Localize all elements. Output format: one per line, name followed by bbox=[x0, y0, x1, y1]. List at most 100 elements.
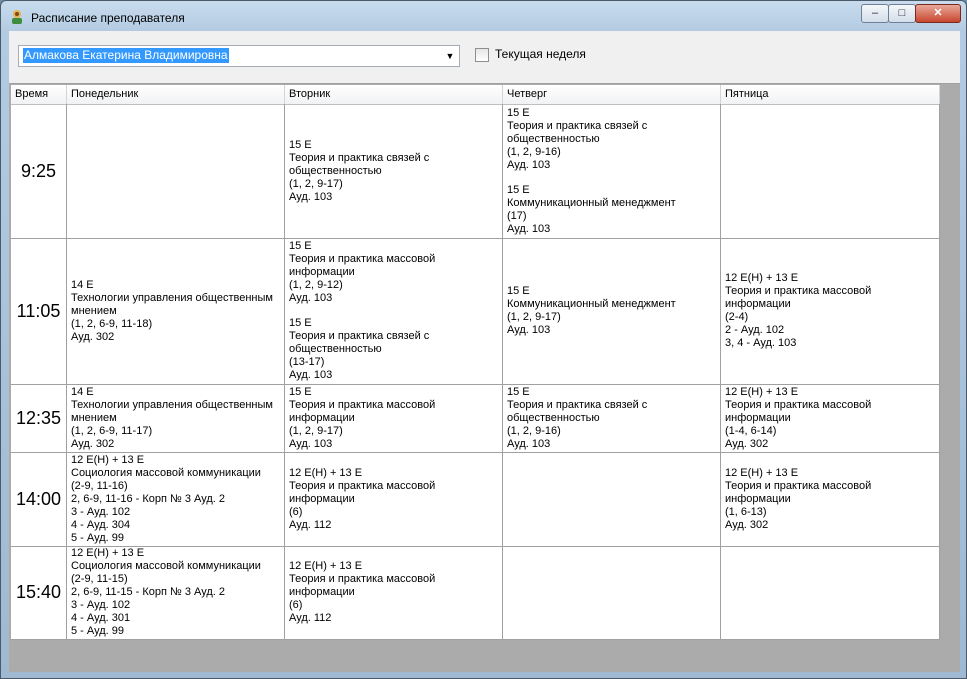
lesson-line: 12 Е(Н) + 13 Е bbox=[725, 272, 799, 284]
teacher-select[interactable]: Алмакова Екатерина Владимировна ▼ bbox=[18, 45, 460, 67]
lesson-line: (13-17) bbox=[289, 356, 325, 368]
lesson-line: Социология массовой коммуникации bbox=[71, 466, 261, 479]
column-header[interactable]: Четверг bbox=[503, 85, 721, 104]
lesson-line: 15 Е bbox=[289, 138, 312, 151]
lesson-entry: 14 Е Технологии управления общественным м… bbox=[71, 279, 280, 344]
lesson-line: Теория и практика массовой информации bbox=[289, 573, 436, 598]
lesson-entry: 12 Е(Н) + 13 Е Социология массовой коммун… bbox=[71, 454, 261, 545]
lesson-line: 12 Е(Н) + 13 Е bbox=[725, 466, 799, 479]
lesson-line: 15 Е bbox=[289, 317, 312, 329]
lesson-line: Теория и практика связей с общественност… bbox=[289, 330, 430, 355]
lesson-entry: 14 Е Технологии управления общественным м… bbox=[71, 386, 280, 451]
time-cell[interactable]: 12:35 bbox=[11, 384, 67, 452]
lesson-line: 15 Е bbox=[507, 285, 530, 297]
schedule-cell[interactable]: 15 Е Теория и практика связей с обществен… bbox=[503, 104, 721, 238]
cell-content: 15 Е Теория и практика связей с обществен… bbox=[507, 386, 716, 451]
column-header[interactable]: Вторник bbox=[285, 85, 503, 104]
lesson-line: Ауд. 302 bbox=[725, 518, 769, 531]
lesson-line: 2, 6-9, 11-16 - Корп № 3 Ауд. 2 bbox=[71, 492, 226, 505]
toolbar: Алмакова Екатерина Владимировна ▼ Текуща… bbox=[9, 31, 960, 84]
cell-content: 15 Е Теория и практика связей с обществен… bbox=[507, 107, 716, 236]
schedule-cell[interactable] bbox=[503, 546, 721, 639]
lesson-line: (1, 2, 9-12) bbox=[289, 279, 343, 291]
lesson-line: Теория и практика массовой информации bbox=[725, 479, 872, 505]
maximize-button[interactable]: □ bbox=[888, 4, 916, 23]
lesson-line: Ауд. 103 bbox=[507, 324, 551, 336]
schedule-cell[interactable]: 12 Е(Н) + 13 Е Теория и практика массовой… bbox=[721, 452, 940, 546]
schedule-cell[interactable]: 15 Е Коммуникационный менеджмент (1, 2, 9-… bbox=[503, 238, 721, 384]
app-icon bbox=[12, 10, 22, 24]
lesson-line: Теория и практика массовой информации bbox=[289, 479, 436, 505]
lesson-line: 2 - Ауд. 102 bbox=[725, 324, 785, 336]
cell-content: 12 Е(Н) + 13 Е Социология массовой коммун… bbox=[71, 547, 261, 638]
schedule-grid[interactable]: Время Понедельник Вторник Четверг Пятница 9:… bbox=[11, 85, 940, 640]
cell-content: 14 Е Технологии управления общественным м… bbox=[71, 386, 280, 451]
schedule-cell[interactable]: 14 Е Технологии управления общественным м… bbox=[67, 238, 285, 384]
lesson-line: Ауд. 112 bbox=[289, 612, 332, 624]
chevron-down-icon[interactable]: ▼ bbox=[444, 49, 456, 63]
lesson-line: (1, 2, 6-9, 11-18) bbox=[71, 317, 153, 330]
lesson-line: Ауд. 112 bbox=[289, 518, 332, 531]
schedule-cell[interactable]: 12 Е(Н) + 13 Е Теория и практика массовой… bbox=[285, 452, 503, 546]
lesson-line: 3 - Ауд. 102 bbox=[71, 505, 131, 518]
time-cell[interactable]: 14:00 bbox=[11, 452, 67, 546]
schedule-cell[interactable]: 12 Е(Н) + 13 Е Социология массовой коммун… bbox=[67, 546, 285, 639]
lesson-line: (17) bbox=[507, 209, 527, 222]
lesson-line: 3, 4 - Ауд. 103 bbox=[725, 337, 797, 349]
schedule-cell[interactable] bbox=[67, 104, 285, 238]
lesson-line: Ауд. 302 bbox=[71, 330, 115, 343]
schedule-cell[interactable]: 12 Е(Н) + 13 Е Теория и практика массовой… bbox=[721, 384, 940, 452]
time-cell[interactable]: 9:25 bbox=[11, 104, 67, 238]
time-cell[interactable]: 15:40 bbox=[11, 546, 67, 639]
lesson-line: Ауд. 103 bbox=[507, 158, 551, 171]
schedule-cell[interactable]: 14 Е Технологии управления общественным м… bbox=[67, 384, 285, 452]
schedule-cell[interactable] bbox=[721, 546, 940, 639]
cell-content: 15 Е Теория и практика массовой информаци… bbox=[289, 386, 498, 451]
schedule-cell[interactable]: 12 Е(Н) + 13 Е Теория и практика массовой… bbox=[721, 238, 940, 384]
lesson-line: (2-4) bbox=[725, 311, 749, 323]
lesson-line: (1, 2, 6-9, 11-17) bbox=[71, 424, 153, 437]
column-header[interactable]: Время bbox=[11, 85, 67, 104]
schedule-cell[interactable]: 15 Е Теория и практика массовой информаци… bbox=[285, 384, 503, 452]
lesson-line: 15 Е bbox=[507, 183, 530, 196]
cell-content: 14 Е Технологии управления общественным м… bbox=[71, 279, 280, 344]
schedule-cell[interactable]: 15 Е Теория и практика связей с обществен… bbox=[285, 104, 503, 238]
current-week-checkbox[interactable] bbox=[475, 48, 489, 62]
schedule-cell[interactable]: 12 Е(Н) + 13 Е Социология массовой коммун… bbox=[67, 452, 285, 546]
lesson-entry: 12 Е(Н) + 13 Е Теория и практика массовой… bbox=[289, 467, 498, 532]
lesson-line: 12 Е(Н) + 13 Е bbox=[725, 385, 799, 398]
minimize-button[interactable]: – bbox=[861, 4, 889, 23]
lesson-line: Ауд. 103 bbox=[289, 437, 333, 450]
lesson-line: (2-9, 11-15) bbox=[71, 573, 128, 585]
lesson-line: (1, 2, 9-17) bbox=[289, 424, 343, 437]
lesson-entry: 12 Е(Н) + 13 Е Социология массовой коммун… bbox=[71, 547, 261, 638]
lesson-entry: 12 Е(Н) + 13 Е Теория и практика массовой… bbox=[725, 386, 935, 451]
schedule-cell[interactable] bbox=[721, 104, 940, 238]
title-bar[interactable]: Расписание преподавателя – □ ✕ bbox=[1, 1, 966, 31]
column-header[interactable]: Понедельник bbox=[67, 85, 285, 104]
lesson-line: 15 Е bbox=[289, 240, 312, 252]
cell-content: 12 Е(Н) + 13 Е Теория и практика массовой… bbox=[725, 467, 935, 532]
schedule-cell[interactable]: 15 Е Теория и практика массовой информаци… bbox=[285, 238, 503, 384]
lesson-entry: 15 Е Теория и практика связей с обществен… bbox=[507, 386, 716, 451]
lesson-line: Теория и практика массовой информации bbox=[289, 398, 436, 424]
lesson-entry: 15 Е Теория и практика связей с обществен… bbox=[507, 107, 716, 172]
close-button[interactable]: ✕ bbox=[915, 4, 961, 23]
lesson-entry: 15 Е Коммуникационный менеджмент (1, 2, 9-… bbox=[507, 285, 676, 337]
lesson-line: 12 Е(Н) + 13 Е bbox=[289, 466, 363, 479]
lesson-line: Коммуникационный менеджмент bbox=[507, 298, 676, 310]
app-window: Расписание преподавателя – □ ✕ Алмакова … bbox=[0, 0, 967, 679]
current-week-label[interactable]: Текущая неделя bbox=[495, 47, 586, 61]
column-header[interactable]: Пятница bbox=[721, 85, 940, 104]
lesson-line: 14 Е bbox=[71, 385, 94, 398]
schedule-cell[interactable]: 12 Е(Н) + 13 Е Теория и практика массовой… bbox=[285, 546, 503, 639]
cell-content: 15 Е Теория и практика массовой информаци… bbox=[289, 240, 498, 382]
lesson-entry: 15 Е Теория и практика массовой информаци… bbox=[289, 240, 498, 305]
time-cell[interactable]: 11:05 bbox=[11, 238, 67, 384]
lesson-line: Социология массовой коммуникации bbox=[71, 560, 261, 572]
lesson-line: Ауд. 103 bbox=[507, 437, 551, 450]
schedule-cell[interactable]: 15 Е Теория и практика связей с обществен… bbox=[503, 384, 721, 452]
lesson-line: Ауд. 302 bbox=[725, 437, 769, 450]
lesson-line: (2-9, 11-16) bbox=[71, 479, 128, 492]
schedule-cell[interactable] bbox=[503, 452, 721, 546]
